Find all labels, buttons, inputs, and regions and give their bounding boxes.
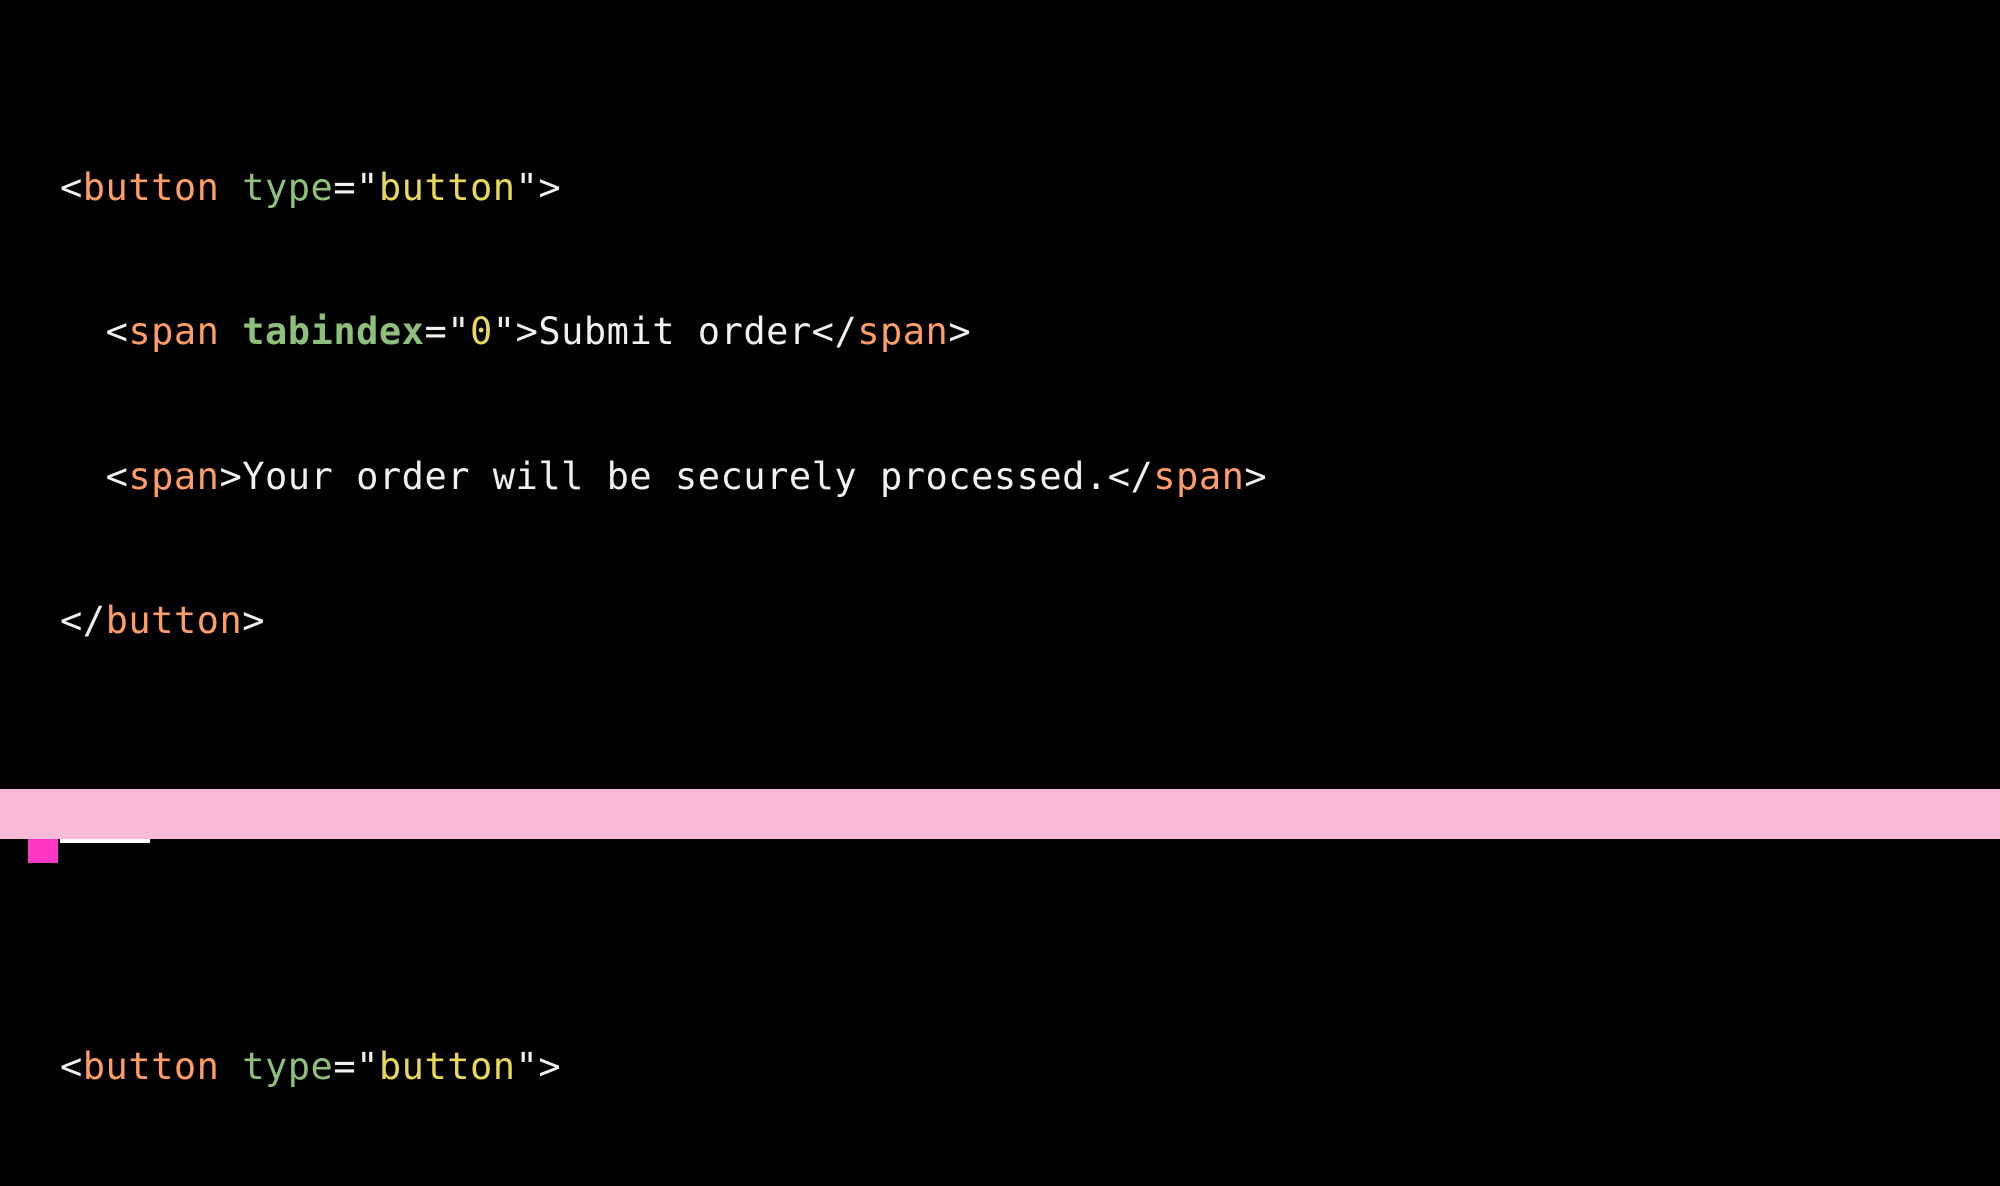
code-line: <span>Submit order</span> [60, 1176, 1940, 1186]
tag-name: button [106, 599, 243, 642]
indent [60, 455, 106, 498]
code-line: <span>Your order will be securely proces… [60, 441, 1940, 513]
bracket: < [60, 166, 83, 209]
attr-value: button [379, 166, 516, 209]
separator-underline [60, 839, 150, 843]
bracket: < [60, 1045, 83, 1088]
equals: = [333, 1045, 356, 1088]
bracket: > [538, 166, 561, 209]
code-example-dont: <button type="button"> <span tabindex="0… [0, 0, 2000, 789]
space [219, 310, 242, 353]
quote: " [356, 166, 379, 209]
bracket: </ [1108, 455, 1154, 498]
bracket: > [538, 1045, 561, 1088]
code-line: <button type="button"> [60, 152, 1940, 224]
attr-value: button [379, 1045, 516, 1088]
separator-bar-pink [0, 789, 2000, 839]
code-line: <span tabindex="0">Submit order</span> [60, 296, 1940, 368]
tag-name: span [857, 310, 948, 353]
tag-name: button [83, 1045, 220, 1088]
inner-text: Your order will be securely processed. [242, 455, 1107, 498]
bracket: < [106, 455, 129, 498]
space [219, 166, 242, 209]
inner-text: Submit order [538, 310, 811, 353]
quote: " [516, 166, 539, 209]
quote: " [516, 1045, 539, 1088]
separator-dont [0, 789, 2000, 839]
bracket: > [948, 310, 971, 353]
bracket: > [1244, 455, 1267, 498]
code-line: </button> [60, 585, 1940, 657]
quote: " [447, 310, 470, 353]
code-example-do: <button type="button"> <span>Submit orde… [0, 839, 2000, 1186]
bracket: > [242, 599, 265, 642]
tag-name: span [128, 455, 219, 498]
tag-name: span [1153, 455, 1244, 498]
equals: = [333, 166, 356, 209]
code-line: <button type="button"> [60, 1031, 1940, 1103]
bracket: </ [60, 599, 106, 642]
quote: " [493, 310, 516, 353]
indent [60, 310, 106, 353]
quote: " [356, 1045, 379, 1088]
tag-name: span [128, 310, 219, 353]
attr-value: 0 [470, 310, 493, 353]
bracket: > [516, 310, 539, 353]
dont-marker-icon [28, 839, 58, 863]
bracket: </ [812, 310, 858, 353]
attr-name-tabindex: tabindex [242, 310, 424, 353]
space [219, 1045, 242, 1088]
attr-name: type [242, 166, 333, 209]
tag-name: button [83, 166, 220, 209]
attr-name: type [242, 1045, 333, 1088]
bracket: < [106, 310, 129, 353]
bracket: > [219, 455, 242, 498]
equals: = [424, 310, 447, 353]
